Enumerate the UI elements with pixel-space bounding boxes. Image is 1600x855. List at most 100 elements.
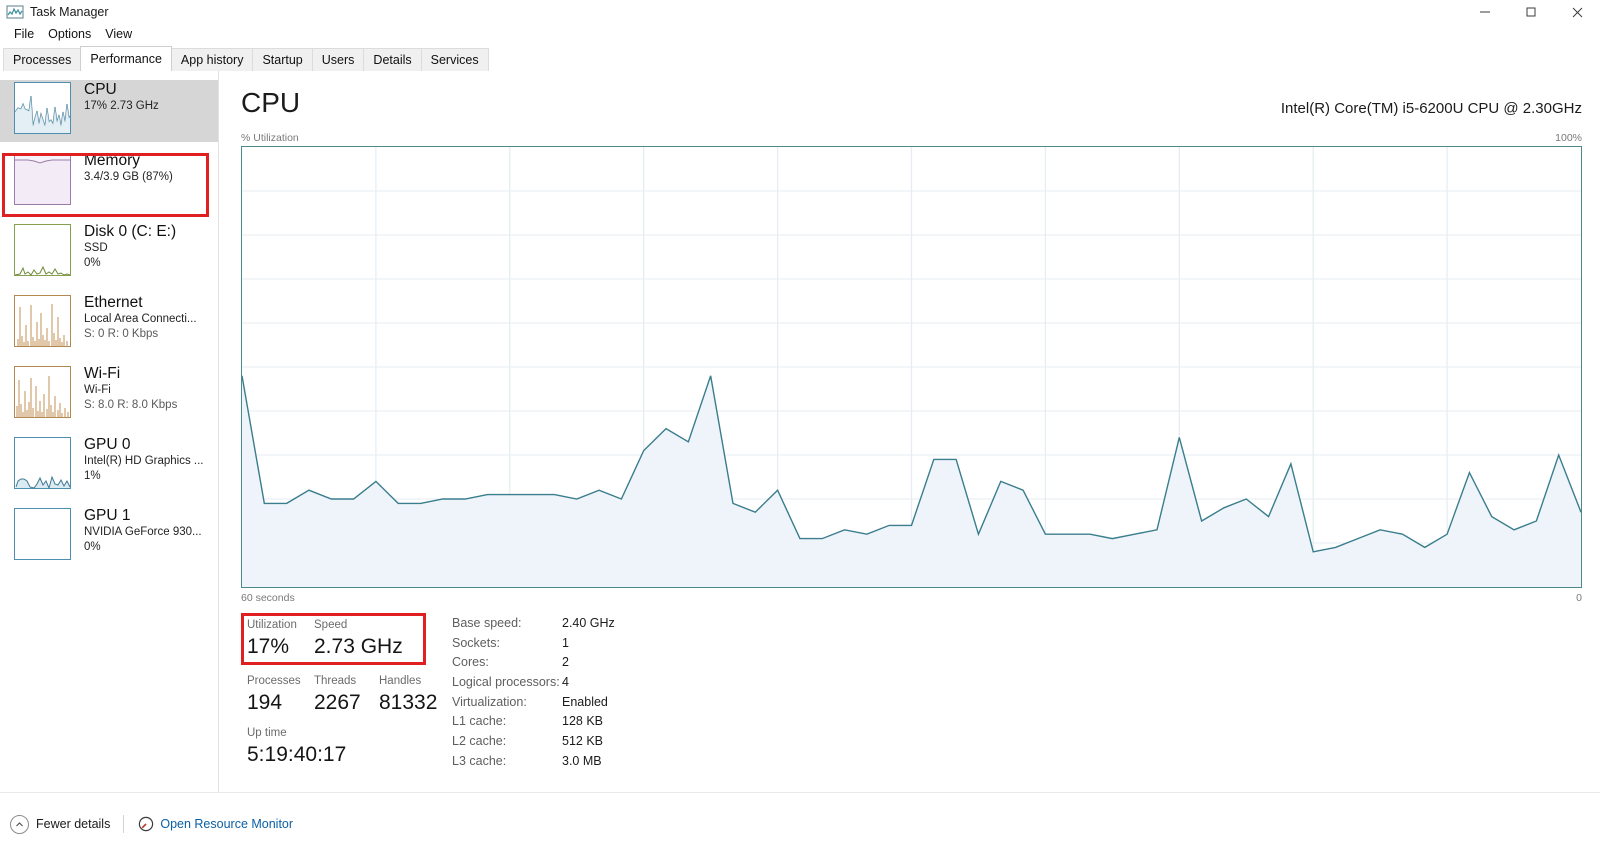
fewer-details-button[interactable]: Fewer details — [10, 814, 110, 834]
sidebar-disk0-sub1: SSD — [84, 242, 108, 254]
sidebar-item-wifi[interactable]: Wi-Fi Wi-Fi S: 8.0 R: 8.0 Kbps — [0, 364, 218, 426]
sidebar-gpu0-sub1: Intel(R) HD Graphics ... — [84, 455, 204, 467]
sidebar-wifi-title: Wi-Fi — [84, 365, 121, 382]
sidebar-gpu1-sub1: NVIDIA GeForce 930... — [84, 526, 202, 538]
window-controls — [1462, 0, 1600, 24]
sidebar-item-cpu[interactable]: CPU 17% 2.73 GHz — [0, 80, 218, 142]
utilization-speed-group: Utilization 17% Speed 2.73 GHz — [247, 617, 424, 661]
sidebar-cpu-sub: 17% 2.73 GHz — [84, 100, 159, 112]
sidebar-item-gpu1[interactable]: GPU 1 NVIDIA GeForce 930... 0% — [0, 506, 218, 568]
close-button[interactable] — [1554, 0, 1600, 24]
window-title: Task Manager — [30, 4, 109, 19]
detail-key: L1 cache: — [452, 714, 507, 729]
gpu0-thumbnail-graph — [14, 437, 71, 489]
cpu-stats: Utilization 17% Speed 2.73 GHz Processes… — [241, 613, 1590, 788]
utilization-label: Utilization — [247, 619, 297, 631]
menu-item-view[interactable]: View — [98, 26, 139, 43]
sidebar-wifi-sub2: S: 8.0 R: 8.0 Kbps — [84, 399, 178, 411]
menu-item-options[interactable]: Options — [41, 26, 98, 43]
chart-ymax-label: 100% — [1555, 132, 1582, 144]
speed-stat: Speed 2.73 GHz — [314, 617, 424, 661]
maximize-button[interactable] — [1508, 0, 1554, 24]
open-resource-monitor-link[interactable]: Open Resource Monitor — [137, 816, 293, 833]
sidebar-cpu-text: CPU 17% 2.73 GHz — [84, 80, 159, 114]
sidebar-item-ethernet[interactable]: Ethernet Local Area Connecti... S: 0 R: … — [0, 293, 218, 355]
detail-value: 128 KB — [562, 714, 604, 729]
tab-strip: Processes Performance App history Startu… — [0, 46, 1600, 71]
detail-key: Virtualization: — [452, 694, 527, 709]
tab-details[interactable]: Details — [363, 48, 422, 71]
resource-sidebar: CPU 17% 2.73 GHz Memory 3.4/3.9 GB (87%) — [0, 71, 219, 792]
tab-startup[interactable]: Startup — [252, 48, 313, 71]
resource-monitor-label: Open Resource Monitor — [160, 817, 294, 831]
disk-thumbnail-graph — [14, 224, 71, 276]
detail-value: 4 — [562, 674, 569, 689]
detail-key: Sockets: — [452, 635, 500, 650]
content-area: CPU 17% 2.73 GHz Memory 3.4/3.9 GB (87%) — [0, 71, 1600, 792]
chart-top-labels: % Utilization 100% — [241, 130, 1582, 146]
tab-app-history[interactable]: App history — [170, 48, 254, 71]
sidebar-disk0-sub2: 0% — [84, 257, 101, 269]
cpu-utilization-chart — [241, 146, 1582, 588]
sidebar-ethernet-sub2: S: 0 R: 0 Kbps — [84, 328, 159, 340]
processes-value: 194 — [247, 691, 283, 714]
sidebar-item-memory[interactable]: Memory 3.4/3.9 GB (87%) — [0, 151, 218, 213]
sidebar-memory-text: Memory 3.4/3.9 GB (87%) — [84, 151, 173, 185]
tab-users[interactable]: Users — [311, 48, 365, 71]
tab-processes[interactable]: Processes — [3, 48, 82, 71]
memory-thumbnail-graph — [14, 153, 71, 205]
status-bar: Fewer details Open Resource Monitor — [0, 792, 1600, 855]
sidebar-item-disk0[interactable]: Disk 0 (C: E:) SSD 0% — [0, 222, 218, 284]
sidebar-ethernet-text: Ethernet Local Area Connecti... S: 0 R: … — [84, 293, 197, 342]
menu-item-file[interactable]: File — [7, 26, 41, 43]
sidebar-cpu-title: CPU — [84, 81, 117, 98]
sidebar-wifi-text: Wi-Fi Wi-Fi S: 8.0 R: 8.0 Kbps — [84, 364, 177, 413]
uptime-label: Up time — [247, 727, 287, 739]
sidebar-item-gpu0[interactable]: GPU 0 Intel(R) HD Graphics ... 1% — [0, 435, 218, 497]
sidebar-gpu0-sub2: 1% — [84, 470, 101, 482]
processes-threads-handles-group: Processes 194 Threads 2267 Handles 81332 — [247, 673, 469, 717]
detail-value: 2.40 GHz — [562, 615, 615, 630]
sidebar-gpu0-title: GPU 0 — [84, 436, 131, 453]
chart-ylabel: % Utilization — [241, 132, 299, 144]
detail-value: Enabled — [562, 694, 608, 709]
cpu-thumbnail-graph — [14, 82, 71, 134]
tab-performance[interactable]: Performance — [80, 46, 172, 71]
detail-value: 1 — [562, 635, 569, 650]
utilization-value: 17% — [247, 635, 290, 658]
resource-monitor-icon — [137, 816, 154, 833]
minimize-button[interactable] — [1462, 0, 1508, 24]
uptime-stat: Up time 5:19:40:17 — [247, 725, 346, 769]
chevron-up-icon — [10, 814, 29, 834]
threads-label: Threads — [314, 675, 357, 687]
task-manager-window: Task Manager File Options View Processes… — [0, 0, 1600, 855]
cpu-model-name: Intel(R) Core(TM) i5-6200U CPU @ 2.30GHz — [1280, 100, 1582, 117]
tab-services[interactable]: Services — [420, 48, 489, 71]
performance-detail-panel: CPU Intel(R) Core(TM) i5-6200U CPU @ 2.3… — [220, 71, 1600, 792]
threads-stat: Threads 2267 — [314, 673, 379, 717]
ethernet-thumbnail-graph — [14, 295, 71, 347]
wifi-thumbnail-graph — [14, 366, 71, 418]
detail-key: Base speed: — [452, 615, 522, 630]
chart-xmin-label: 0 — [1576, 592, 1582, 604]
sidebar-ethernet-sub1: Local Area Connecti... — [84, 313, 197, 325]
processes-stat: Processes 194 — [247, 673, 314, 717]
sidebar-memory-title: Memory — [84, 152, 140, 169]
detail-row-l1-cache: L1 cache: 128 KB — [452, 711, 852, 731]
menu-bar: File Options View — [0, 24, 1600, 45]
speed-value: 2.73 GHz — [314, 635, 403, 658]
cpu-chart-svg — [242, 147, 1581, 587]
page-title: CPU — [241, 87, 301, 118]
detail-row-l3-cache: L3 cache: 3.0 MB — [452, 751, 852, 771]
sidebar-disk0-text: Disk 0 (C: E:) SSD 0% — [84, 222, 176, 271]
detail-row-logical-processors: Logical processors: 4 — [452, 672, 852, 692]
detail-row-sockets: Sockets: 1 — [452, 633, 852, 653]
sidebar-gpu1-sub2: 0% — [84, 541, 101, 553]
cpu-details-list: Base speed: 2.40 GHz Sockets: 1 Cores: 2… — [452, 613, 852, 771]
detail-value: 512 KB — [562, 733, 604, 748]
detail-key: L2 cache: — [452, 733, 507, 748]
uptime-value: 5:19:40:17 — [247, 743, 347, 766]
detail-row-base-speed: Base speed: 2.40 GHz — [452, 613, 852, 633]
status-separator — [123, 815, 125, 833]
title-bar: Task Manager — [0, 0, 1600, 24]
